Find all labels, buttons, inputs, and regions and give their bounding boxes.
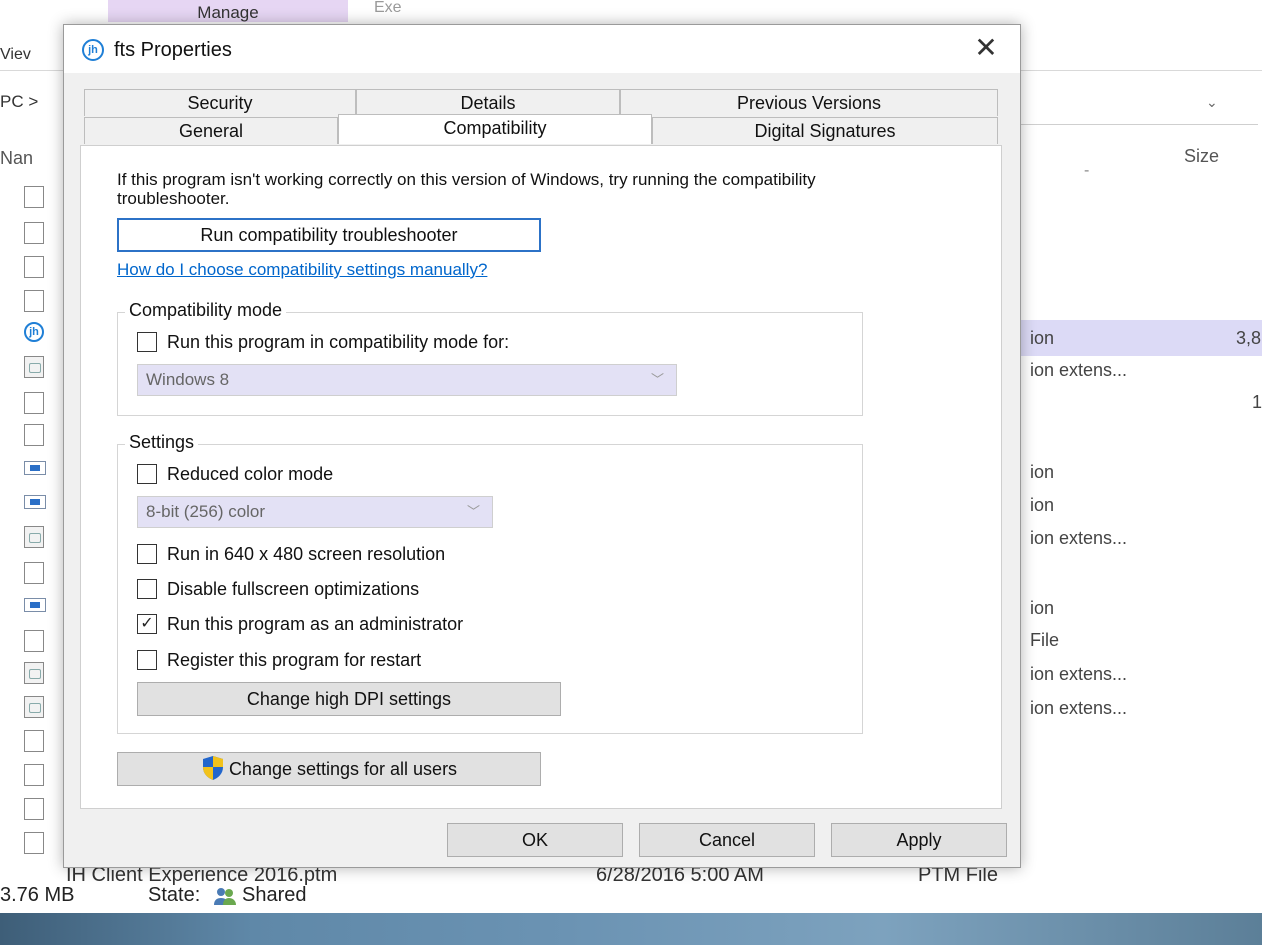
application-window-file-icon[interactable] <box>24 461 46 475</box>
compatibility-mode-heading: Compatibility mode <box>125 300 287 321</box>
change-dpi-button[interactable]: Change high DPI settings <box>137 682 561 716</box>
file-icon[interactable] <box>24 186 44 208</box>
admin-checkbox[interactable]: ✓ <box>137 614 157 634</box>
reduced-color-label: Reduced color mode <box>167 464 334 484</box>
file-type-cell: ion <box>1030 495 1055 515</box>
admin-label: Run this program as an administrator <box>167 614 464 634</box>
file-icon[interactable] <box>24 392 44 414</box>
tab-details[interactable]: Details <box>356 89 620 116</box>
compat-mode-checkbox[interactable] <box>137 332 157 352</box>
application-window-file-icon[interactable] <box>24 495 46 509</box>
settings-heading: Settings <box>125 432 199 453</box>
tab-digital-signatures[interactable]: Digital Signatures <box>652 117 998 144</box>
change-settings-all-users-label: Change settings for all users <box>228 759 458 779</box>
compat-mode-label: Run this program in compatibility mode f… <box>167 332 510 352</box>
tab-general[interactable]: General <box>84 117 338 144</box>
tab-compatibility[interactable]: Compatibility <box>338 114 652 144</box>
address-dropdown-chevron-icon[interactable]: ⌄ <box>1206 94 1218 111</box>
shared-users-icon <box>214 886 236 906</box>
file-icon[interactable] <box>24 630 44 652</box>
ribbon-exe-label: Exe <box>374 0 402 16</box>
color-depth-value: 8-bit (256) color <box>146 502 266 521</box>
chevron-down-icon: ﹀ <box>650 372 664 387</box>
file-type-cell: ion extens... <box>1030 664 1128 684</box>
reduced-color-checkbox[interactable] <box>137 464 157 484</box>
app-extension-file-icon[interactable] <box>24 356 44 378</box>
resolution-checkbox[interactable] <box>137 544 157 564</box>
ok-button[interactable]: OK <box>447 823 623 857</box>
file-icon[interactable] <box>24 730 44 752</box>
file-icon[interactable] <box>24 256 44 278</box>
fullscreen-label: Disable fullscreen optimizations <box>167 579 420 599</box>
file-size-cell: 1 <box>1252 392 1262 412</box>
file-icon[interactable] <box>24 832 44 854</box>
app-extension-file-icon[interactable] <box>24 526 44 548</box>
close-button[interactable]: ✕ <box>962 31 1010 67</box>
cancel-button[interactable]: Cancel <box>639 823 815 857</box>
tab-security[interactable]: Security <box>84 89 356 116</box>
file-icon[interactable] <box>24 764 44 786</box>
ribbon-manage-tab[interactable]: Manage <box>108 0 348 22</box>
file-type-cell: ion extens... <box>1030 528 1128 548</box>
uac-shield-icon <box>201 755 225 781</box>
file-type-cell: ion <box>1030 462 1055 482</box>
file-type-cell: ion extens... <box>1030 698 1128 718</box>
column-header-size[interactable]: Size <box>1184 146 1219 167</box>
dialog-titlebar[interactable]: jh fts Properties ✕ <box>64 25 1020 73</box>
windows-version-select: Windows 8 ﹀ <box>137 364 677 396</box>
restart-checkbox[interactable] <box>137 650 157 670</box>
file-type-cell: ion <box>1030 598 1055 618</box>
status-state-label: State: <box>148 884 201 906</box>
apply-button[interactable]: Apply <box>831 823 1007 857</box>
windows-version-value: Windows 8 <box>146 370 230 389</box>
app-extension-file-icon[interactable] <box>24 662 44 684</box>
application-window-file-icon[interactable] <box>24 598 46 612</box>
run-troubleshooter-button[interactable]: Run compatibility troubleshooter <box>117 218 541 252</box>
compatibility-panel: If this program isn't working correctly … <box>80 145 1002 809</box>
file-type-cell: File <box>1030 630 1060 650</box>
dialog-title: fts Properties <box>114 39 232 61</box>
file-icon[interactable] <box>24 424 44 446</box>
status-size: 3.76 MB <box>0 884 75 906</box>
properties-dialog: jh fts Properties ✕ Security Details Pre… <box>63 24 1021 868</box>
resolution-label: Run in 640 x 480 screen resolution <box>167 544 446 564</box>
help-link[interactable]: How do I choose compatibility settings m… <box>117 260 487 280</box>
column-header-placeholder: - <box>1084 162 1090 179</box>
jh-app-file-icon[interactable]: jh <box>24 322 44 344</box>
status-state-value: Shared <box>242 884 307 906</box>
desktop-background <box>0 913 1262 945</box>
tab-previous-versions[interactable]: Previous Versions <box>620 89 998 116</box>
file-icon[interactable] <box>24 798 44 820</box>
restart-label: Register this program for restart <box>167 650 422 670</box>
file-type-cell: ion extens... <box>1030 360 1128 380</box>
selected-row-highlight[interactable] <box>1020 320 1262 356</box>
app-icon: jh <box>82 39 104 61</box>
file-size-cell: 3,8 <box>1236 328 1262 348</box>
file-type-cell: ion <box>1030 328 1055 348</box>
file-icon[interactable] <box>24 222 44 244</box>
address-breadcrumb[interactable]: PC > <box>0 92 38 112</box>
ribbon-view-tab[interactable]: Viev <box>0 46 31 64</box>
intro-text: If this program isn't working correctly … <box>117 170 816 208</box>
change-settings-all-users-button[interactable]: Change settings for all users <box>117 752 541 786</box>
chevron-down-icon: ﹀ <box>466 504 480 519</box>
app-extension-file-icon[interactable] <box>24 696 44 718</box>
color-depth-select: 8-bit (256) color ﹀ <box>137 496 493 528</box>
file-icon[interactable] <box>24 562 44 584</box>
fullscreen-checkbox[interactable] <box>137 579 157 599</box>
column-header-name[interactable]: Nan <box>0 148 33 169</box>
address-bar[interactable] <box>1020 84 1258 125</box>
file-icon[interactable] <box>24 290 44 312</box>
